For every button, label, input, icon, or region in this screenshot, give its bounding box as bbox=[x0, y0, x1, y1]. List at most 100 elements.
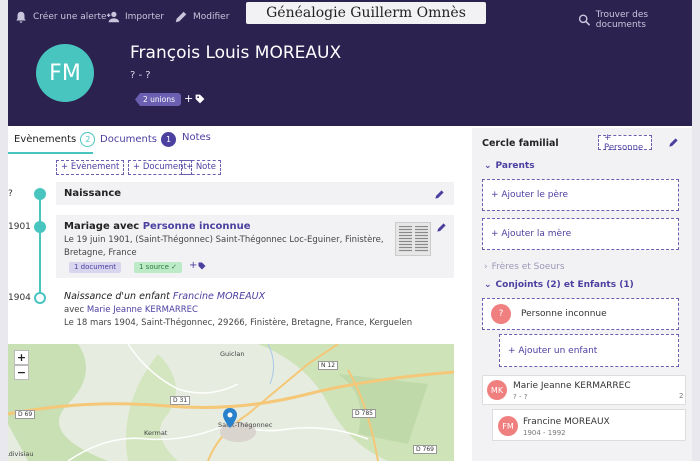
event-title-prefix: Mariage avec bbox=[64, 221, 143, 232]
active-tab-indicator bbox=[8, 152, 93, 154]
add-note-button[interactable]: + Note bbox=[181, 160, 221, 175]
person-name: François Louis MOREAUX bbox=[130, 43, 342, 63]
tab-notes[interactable]: Notes bbox=[182, 132, 211, 143]
event-description: Le 18 mars 1904, Saint-Thégonnec, 29266,… bbox=[64, 318, 413, 328]
family-panel-title: Cercle familial bbox=[482, 138, 559, 149]
parents-label: Parents bbox=[495, 161, 535, 171]
top-bar: Créer une alerte Importer Modifier Généa… bbox=[8, 0, 692, 40]
event-title-prefix: Naissance d'un enfant bbox=[64, 291, 173, 302]
road-label: D 69 bbox=[15, 410, 36, 419]
family-panel: Cercle familial + Personne ⌄ Parents + A… bbox=[472, 128, 692, 461]
timeline-dot bbox=[34, 188, 46, 200]
import-button[interactable]: Importer bbox=[106, 10, 164, 24]
siblings-label: Frères et Soeurs bbox=[491, 262, 565, 272]
map-tiles bbox=[8, 344, 454, 461]
timeline-line bbox=[39, 192, 41, 298]
edit-icon[interactable] bbox=[668, 137, 679, 148]
event-title: Naissance d'un enfant Francine MOREAUX bbox=[64, 291, 265, 302]
edit-icon[interactable] bbox=[436, 222, 447, 233]
find-documents-button[interactable]: Trouver des documents bbox=[578, 10, 692, 30]
pencil-icon bbox=[175, 11, 187, 23]
child-card[interactable]: FM Francine MOREAUX 1904 - 1992 bbox=[492, 409, 686, 441]
tab-documents[interactable]: Documents 1 bbox=[100, 132, 177, 147]
add-tag-button[interactable]: + bbox=[184, 92, 205, 105]
add-tag-label: + bbox=[189, 260, 198, 271]
timeline-dot bbox=[34, 292, 46, 304]
timeline-dot bbox=[34, 221, 46, 233]
child-dates: 1904 - 1992 bbox=[523, 429, 566, 437]
tab-documents-count: 1 bbox=[161, 132, 177, 147]
person-avatar[interactable]: FM bbox=[36, 44, 94, 102]
document-thumbnail[interactable] bbox=[395, 222, 431, 256]
zoom-out-button[interactable]: − bbox=[14, 365, 29, 380]
map[interactable]: + − Guiclan Saint-Thégonnec Kermat Ldivi… bbox=[8, 344, 454, 461]
spouse-count: 2 bbox=[679, 392, 684, 400]
event-title: Mariage avec Personne inconnue bbox=[64, 221, 251, 232]
road-label: D 31 bbox=[170, 396, 191, 405]
unknown-avatar: ? bbox=[491, 304, 511, 324]
tab-documents-label: Documents bbox=[100, 134, 158, 145]
unions-badge[interactable]: 2 unions bbox=[135, 93, 181, 106]
map-label: Guiclan bbox=[220, 350, 245, 358]
child-avatar: FM bbox=[498, 416, 518, 436]
road-label: N 12 bbox=[318, 361, 339, 370]
map-pin-icon[interactable] bbox=[223, 408, 237, 428]
road-label: D 769 bbox=[413, 445, 437, 454]
chevron-down-icon: ⌄ bbox=[484, 280, 492, 290]
event-description: Le 19 juin 1901, (Saint-Thégonnec) Saint… bbox=[64, 235, 384, 258]
tab-notes-label: Notes bbox=[182, 132, 211, 143]
app-frame: Créer une alerte Importer Modifier Généa… bbox=[8, 0, 692, 461]
create-alert-button[interactable]: Créer une alerte bbox=[14, 10, 107, 24]
spouse-name: Marie Jeanne KERMARREC bbox=[513, 381, 631, 391]
document-chip[interactable]: 1 document bbox=[69, 262, 121, 273]
partner-link[interactable]: Marie Jeanne KERMARREC bbox=[87, 305, 198, 315]
event-marriage[interactable]: Mariage avec Personne inconnue Le 19 jui… bbox=[56, 215, 454, 278]
road-label: D 785 bbox=[352, 409, 376, 418]
map-label: Ldivisiau bbox=[8, 450, 34, 458]
source-chip-label: 1 source bbox=[139, 263, 169, 271]
find-documents-label: Trouver des documents bbox=[595, 10, 649, 30]
modify-button[interactable]: Modifier bbox=[174, 10, 229, 24]
event-birth[interactable]: Naissance bbox=[56, 182, 454, 205]
spouse-link[interactable]: Personne inconnue bbox=[143, 221, 251, 232]
add-mother-button[interactable]: + Ajouter la mère bbox=[482, 218, 679, 250]
unknown-spouse-card[interactable]: ? Personne inconnue bbox=[482, 298, 679, 330]
add-tag-label: + bbox=[184, 92, 194, 105]
timeline-year: 1904 bbox=[8, 293, 31, 303]
add-person-button[interactable]: + Personne bbox=[598, 133, 652, 153]
timeline-year: 1901 bbox=[8, 222, 31, 232]
tab-events[interactable]: Evènements 2 bbox=[14, 132, 96, 147]
source-chip[interactable]: 1 source ✓ bbox=[134, 262, 183, 273]
tab-events-count: 2 bbox=[80, 132, 96, 147]
child-link[interactable]: Francine MOREAUX bbox=[173, 291, 265, 302]
zoom-in-button[interactable]: + bbox=[14, 350, 29, 365]
add-event-button[interactable]: + Evènement bbox=[56, 160, 125, 175]
add-user-icon bbox=[106, 11, 120, 23]
tag-icon bbox=[195, 94, 205, 103]
event-child-birth[interactable]: Naissance d'un enfant Francine MOREAUX a… bbox=[56, 287, 454, 331]
person-dates: ? - ? bbox=[130, 70, 151, 81]
with-prefix: avec bbox=[64, 305, 87, 315]
search-icon bbox=[578, 14, 591, 26]
import-label: Importer bbox=[125, 12, 165, 22]
event-with: avec Marie Jeanne KERMARREC bbox=[64, 304, 198, 317]
spouses-label: Conjoints (2) et Enfants (1) bbox=[495, 280, 634, 290]
modify-label: Modifier bbox=[193, 12, 230, 22]
spouse-avatar: MK bbox=[487, 380, 507, 400]
parents-section-toggle[interactable]: ⌄ Parents bbox=[484, 161, 535, 171]
add-child-button[interactable]: + Ajouter un enfant bbox=[499, 334, 679, 367]
bell-icon bbox=[16, 11, 26, 23]
edit-icon[interactable] bbox=[434, 189, 445, 200]
add-tag-button[interactable]: + bbox=[189, 260, 206, 271]
spouse-dates: ? - ? bbox=[513, 393, 528, 401]
person-header: FM François Louis MOREAUX ? - ? 2 unions… bbox=[8, 40, 692, 126]
site-title: Généalogie Guillerm Omnès bbox=[246, 2, 486, 24]
timeline-year: ? bbox=[8, 189, 13, 199]
spouses-section-toggle[interactable]: ⌄ Conjoints (2) et Enfants (1) bbox=[484, 280, 634, 290]
add-father-button[interactable]: + Ajouter le père bbox=[482, 179, 679, 211]
siblings-section-toggle[interactable]: › Frères et Soeurs bbox=[484, 262, 565, 272]
child-name: Francine MOREAUX bbox=[523, 417, 610, 427]
tab-events-label: Evènements bbox=[14, 134, 77, 145]
chevron-down-icon: ⌄ bbox=[484, 161, 492, 171]
spouse-card[interactable]: MK Marie Jeanne KERMARREC ? - ? 2 bbox=[482, 375, 686, 405]
